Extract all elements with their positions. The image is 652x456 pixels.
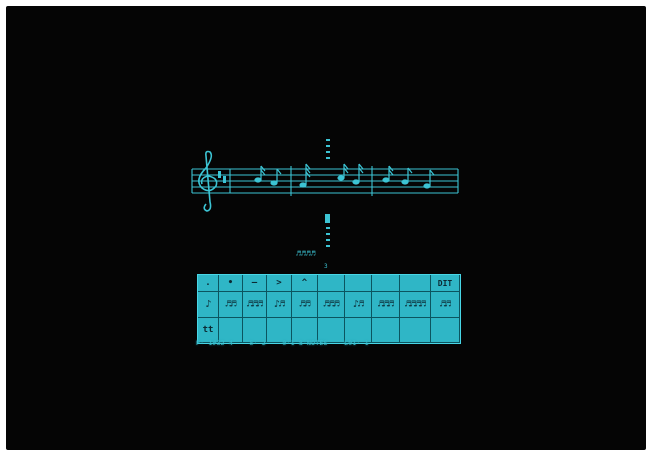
music-staff-view: ♬♬♬♬ 3 xyxy=(191,139,459,270)
palette-cell-marcato[interactable]: ^ xyxy=(292,275,318,292)
cursor-block xyxy=(325,214,330,223)
palette-cell[interactable] xyxy=(400,318,431,343)
notes-group xyxy=(254,163,435,189)
symbol-palette: . • — > ^ DIT ♪ ♬♬ ♬♬♬ ♪♬ ♬♬ ♬♬♬ ♪♬ ♬♬♬ … xyxy=(197,274,461,344)
note xyxy=(270,168,282,186)
palette-cell-note[interactable]: ♬♬♬ xyxy=(243,292,267,318)
note xyxy=(401,167,413,185)
palette-cell[interactable] xyxy=(345,275,372,292)
palette-cell-dot[interactable]: . xyxy=(198,275,219,292)
palette-cell-note[interactable]: ♪ xyxy=(198,292,219,318)
palette-cell-tenuto[interactable]: — xyxy=(243,275,267,292)
palette-cell-edit[interactable]: DIT xyxy=(431,275,460,292)
palette-cell-note[interactable]: ♬♬ xyxy=(431,292,460,318)
palette-cell-note[interactable]: ♬♬ xyxy=(292,292,318,318)
palette-cell-staccato[interactable]: • xyxy=(219,275,243,292)
palette-cell-note[interactable]: ♬♬♬ xyxy=(318,292,345,318)
terminal-screen: ♬♬♬♬ 3 . • — > ^ DIT ♪ ♬♬ ♬♬♬ ♪♬ ♬♬ ♬♬♬ … xyxy=(6,6,646,450)
palette-cell-note[interactable]: ♬♬ xyxy=(219,292,243,318)
palette-cell[interactable] xyxy=(318,275,345,292)
palette-cell[interactable] xyxy=(431,318,460,343)
tuplet-number: 3 xyxy=(324,263,328,270)
palette-cell-note[interactable]: ♬♬♬ xyxy=(372,292,400,318)
note xyxy=(254,165,266,183)
palette-cell-note[interactable]: ♪♬ xyxy=(267,292,292,318)
note xyxy=(382,165,394,183)
palette-cell-note[interactable]: ♬♬♬♬ xyxy=(400,292,431,318)
palette-cell[interactable] xyxy=(400,275,431,292)
palette-cell[interactable] xyxy=(372,275,400,292)
cursor-note-label: ♬♬♬♬ xyxy=(296,249,315,258)
palette-cell-accent[interactable]: > xyxy=(267,275,292,292)
note xyxy=(337,163,349,181)
palette-cell[interactable] xyxy=(372,318,400,343)
note xyxy=(423,169,435,189)
status-line: P· 1#32 4 5· 2 0·1 8·NOTES L01· 1 xyxy=(196,339,369,347)
palette-cell-note[interactable]: ♪♬ xyxy=(345,292,372,318)
